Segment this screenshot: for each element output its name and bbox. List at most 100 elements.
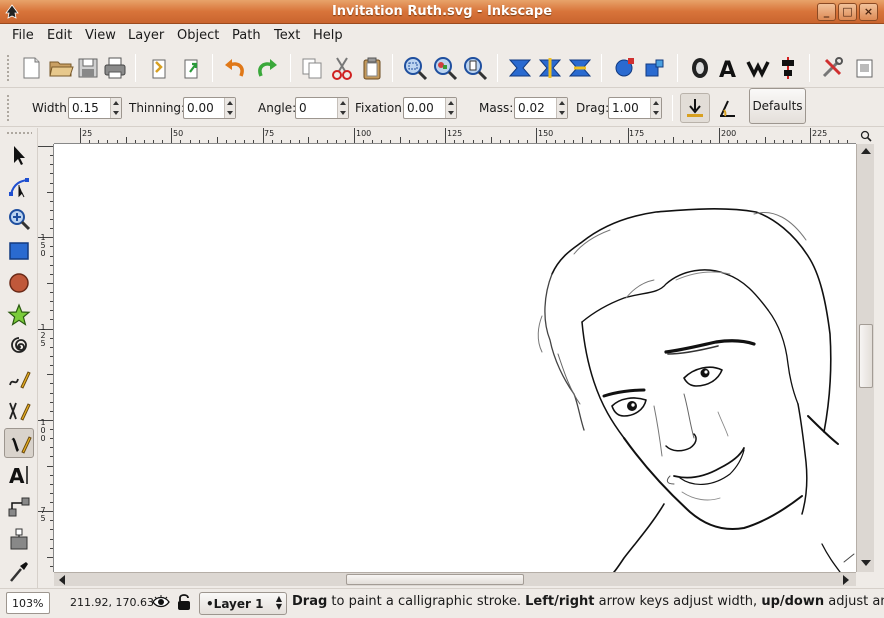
- drag-value[interactable]: 1.00: [612, 101, 639, 115]
- status-key-leftright: Left/right: [525, 594, 595, 609]
- fixation-value[interactable]: 0.00: [407, 101, 434, 115]
- spin-arrows[interactable]: [224, 98, 235, 118]
- zoom-tool[interactable]: [4, 204, 34, 234]
- vertical-scrollbar[interactable]: [856, 144, 874, 572]
- menu-path[interactable]: Path: [232, 28, 261, 43]
- gradient-tool[interactable]: [4, 524, 34, 554]
- status-key-drag: Drag: [292, 594, 328, 609]
- ruler-top[interactable]: 25 50 75 100 125 150 175 200 225: [54, 128, 856, 144]
- cut-icon[interactable]: [328, 54, 356, 82]
- menu-layer[interactable]: Layer: [128, 28, 164, 43]
- menu-text[interactable]: Text: [274, 28, 300, 43]
- vertical-scroll-thumb[interactable]: [859, 324, 873, 388]
- pencil-tool[interactable]: [4, 364, 34, 394]
- text-font-icon[interactable]: A: [714, 54, 742, 83]
- redo-icon[interactable]: [253, 54, 281, 82]
- horizontal-scroll-thumb[interactable]: [346, 574, 524, 585]
- ellipse-icon: [9, 273, 29, 293]
- scroll-up-icon[interactable]: [861, 148, 871, 154]
- pressure-toggle-button[interactable]: [680, 93, 710, 123]
- close-button[interactable]: ×: [859, 3, 878, 21]
- xml-editor-icon[interactable]: [744, 54, 772, 82]
- angle-value[interactable]: 0: [299, 101, 307, 115]
- toolbox-grip[interactable]: [6, 131, 32, 135]
- zoom-field[interactable]: 103%: [6, 592, 50, 614]
- defaults-button[interactable]: Defaults: [749, 88, 806, 124]
- mass-value[interactable]: 0.02: [518, 101, 545, 115]
- ruler-left[interactable]: 150 125 100 75: [38, 144, 54, 572]
- thinning-spinbox[interactable]: 0.00: [183, 97, 236, 119]
- preferences-icon[interactable]: [818, 54, 846, 82]
- rectangle-tool[interactable]: [4, 236, 34, 266]
- ungroup-icon[interactable]: [566, 54, 594, 82]
- fixation-spinbox[interactable]: 0.00: [403, 97, 457, 119]
- dropper-tool[interactable]: [4, 556, 34, 586]
- drawing-canvas[interactable]: [54, 144, 856, 572]
- copy-icon[interactable]: [298, 54, 326, 82]
- zoom-selection-icon[interactable]: [401, 54, 429, 82]
- angle-spinbox[interactable]: 0: [295, 97, 349, 119]
- toolbar-grip[interactable]: [6, 54, 10, 82]
- menu-edit[interactable]: Edit: [47, 28, 72, 43]
- horizontal-scrollbar[interactable]: [54, 572, 856, 586]
- paste-icon[interactable]: [358, 54, 386, 82]
- status-text: arrow keys adjust width,: [594, 594, 762, 609]
- width-spinbox[interactable]: 0.15: [68, 97, 122, 119]
- zoom-corner-icon[interactable]: [858, 130, 874, 144]
- align-distribute-icon[interactable]: [774, 54, 802, 82]
- fill-stroke-icon[interactable]: [686, 54, 714, 82]
- star-tool[interactable]: [4, 300, 34, 330]
- import-icon[interactable]: [145, 54, 173, 82]
- spin-arrows[interactable]: [556, 98, 567, 118]
- menu-help[interactable]: Help: [313, 28, 343, 43]
- minimize-button[interactable]: _: [817, 3, 836, 21]
- connector-tool[interactable]: [4, 492, 34, 522]
- menu-file[interactable]: File: [12, 28, 34, 43]
- save-icon[interactable]: [74, 54, 102, 82]
- mass-spinbox[interactable]: 0.02: [514, 97, 568, 119]
- spin-arrows[interactable]: [337, 98, 348, 118]
- duplicate-icon[interactable]: [506, 54, 534, 82]
- zoom-page-icon[interactable]: [461, 54, 489, 82]
- scroll-right-icon[interactable]: [843, 575, 849, 585]
- group-icon[interactable]: [536, 54, 564, 82]
- star-icon: [7, 303, 31, 326]
- layer-lock-icon[interactable]: [176, 593, 192, 611]
- node-tool[interactable]: [4, 172, 34, 202]
- width-label: Width:: [32, 101, 71, 115]
- document-properties-icon[interactable]: [850, 54, 878, 82]
- drag-spinbox[interactable]: 1.00: [608, 97, 662, 119]
- ellipse-tool[interactable]: [4, 268, 34, 298]
- open-folder-icon[interactable]: [47, 54, 75, 82]
- object-transform-icon[interactable]: [640, 54, 668, 82]
- current-layer-name: •Layer 1: [206, 597, 264, 611]
- updown-chevron-icon: ▲ ▼: [275, 594, 282, 611]
- selector-tool[interactable]: [4, 140, 34, 170]
- ruler-tick-label: 150: [538, 129, 554, 138]
- node-editor-icon[interactable]: [610, 54, 638, 82]
- spin-arrows[interactable]: [445, 98, 456, 118]
- pen-tool[interactable]: [4, 396, 34, 426]
- scroll-down-icon[interactable]: [861, 560, 871, 566]
- spin-arrows[interactable]: [650, 98, 661, 118]
- calligraphy-tool[interactable]: [4, 428, 34, 458]
- tilt-toggle-button[interactable]: [712, 93, 742, 123]
- width-value[interactable]: 0.15: [72, 101, 99, 115]
- layer-visibility-eye-icon[interactable]: [152, 595, 170, 609]
- text-tool[interactable]: A: [4, 460, 34, 490]
- print-icon[interactable]: [101, 54, 129, 82]
- scroll-left-icon[interactable]: [59, 575, 65, 585]
- spiral-tool[interactable]: [4, 332, 34, 362]
- thinning-value[interactable]: 0.00: [187, 101, 214, 115]
- spin-arrows[interactable]: [110, 98, 121, 118]
- menu-object[interactable]: Object: [177, 28, 219, 43]
- maximize-button[interactable]: □: [838, 3, 857, 21]
- layer-selector[interactable]: •Layer 1 ▲ ▼: [199, 592, 287, 615]
- toolbar-grip[interactable]: [6, 94, 10, 122]
- new-document-icon[interactable]: [17, 54, 45, 82]
- menu-view[interactable]: View: [85, 28, 116, 43]
- ruler-tick-label: 75: [40, 506, 46, 523]
- zoom-drawing-icon[interactable]: [431, 54, 459, 82]
- undo-icon[interactable]: [221, 54, 249, 82]
- export-icon[interactable]: [177, 54, 205, 82]
